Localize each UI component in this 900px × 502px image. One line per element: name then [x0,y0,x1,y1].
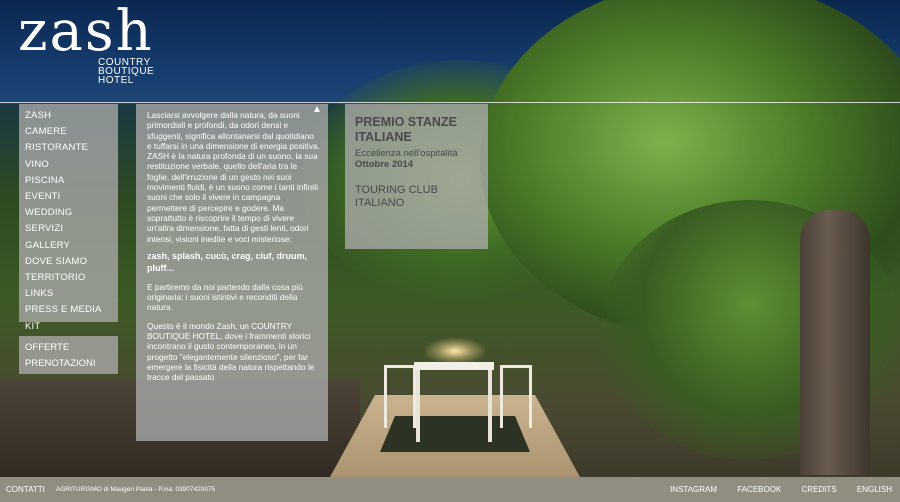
nav-item-wedding[interactable]: WEDDING [25,205,118,221]
sound-words: zash, splash, cucù, crag, ciuf, druum, p… [147,250,308,273]
tree-trunk [800,210,870,475]
nav-item-camere[interactable]: CAMERE [25,124,118,140]
award-subtitle: Eccellenza nell'ospitalità [355,148,458,159]
main-nav: ZASH CAMERE RISTORANTE VINO PISCINA EVEN… [19,104,118,332]
nav-item-territorio[interactable]: TERRITORIO [25,270,118,286]
nav-item-servizi[interactable]: SERVIZI [25,221,118,237]
logo-sub-line: HOTEL [98,75,134,86]
footer-link-english[interactable]: ENGLISH [857,485,892,494]
logo-subtitle: COUNTRY BOUTIQUE HOTEL [98,58,168,86]
table-leg [488,370,492,442]
intro-paragraph: Questo è il mondo Zash, un COUNTRY BOUTI… [147,320,315,383]
footer-link-instagram[interactable]: INSTAGRAM [670,485,717,494]
chair [500,365,532,428]
logo-word: zash [18,0,154,64]
footer-links: INSTAGRAM FACEBOOK CREDITS ENGLISH [652,485,892,494]
candle-glow [425,338,485,364]
secondary-nav: OFFERTE PRENOTAZIONI [19,336,118,374]
scroll-up-icon[interactable]: ▲ [312,105,322,115]
intro-text-panel[interactable]: ▲ Lasciarsi avvolgere dalla natura, da s… [136,104,328,441]
table-leg [416,370,420,442]
table-top [414,362,494,370]
nav-item-prenotazioni[interactable]: PRENOTAZIONI [25,356,118,372]
nav-item-ristorante[interactable]: RISTORANTE [25,140,118,156]
footer-vat: AGRITURISMO di Maugeri Paola - P.iva: 03… [56,486,216,493]
award-organization: TOURING CLUB ITALIANO [355,184,438,209]
footer-link-facebook[interactable]: FACEBOOK [737,485,781,494]
nav-item-eventi[interactable]: EVENTI [25,189,118,205]
nav-item-gallery[interactable]: GALLERY [25,238,118,254]
intro-paragraph: Lasciarsi avvolgere dalla natura, da suo… [147,110,320,244]
nav-item-offerte[interactable]: OFFERTE [25,340,118,356]
intro-paragraph: E partiremo da noi partendo dalla cosa p… [147,281,303,313]
award-panel: PREMIO STANZE ITALIANE Eccellenza nell'o… [345,104,488,249]
award-date: Ottobre 2014 [355,159,414,170]
header-divider [0,102,900,103]
nav-item-links[interactable]: LINKS [25,286,118,302]
chair [384,365,416,428]
logo[interactable]: zash COUNTRY BOUTIQUE HOTEL [18,0,154,86]
footer-link-credits[interactable]: CREDITS [802,485,837,494]
footer: CONTATTI AGRITURISMO di Maugeri Paola - … [0,477,900,502]
nav-item-dove-siamo[interactable]: DOVE SIAMO [25,254,118,270]
footer-contact-link[interactable]: CONTATTI [6,485,45,494]
nav-item-zash[interactable]: ZASH [25,108,118,124]
nav-item-piscina[interactable]: PISCINA [25,173,118,189]
nav-item-vino[interactable]: VINO [25,157,118,173]
nav-item-press[interactable]: PRESS E MEDIA KIT [25,302,118,334]
award-title: PREMIO STANZE ITALIANE [355,115,457,144]
